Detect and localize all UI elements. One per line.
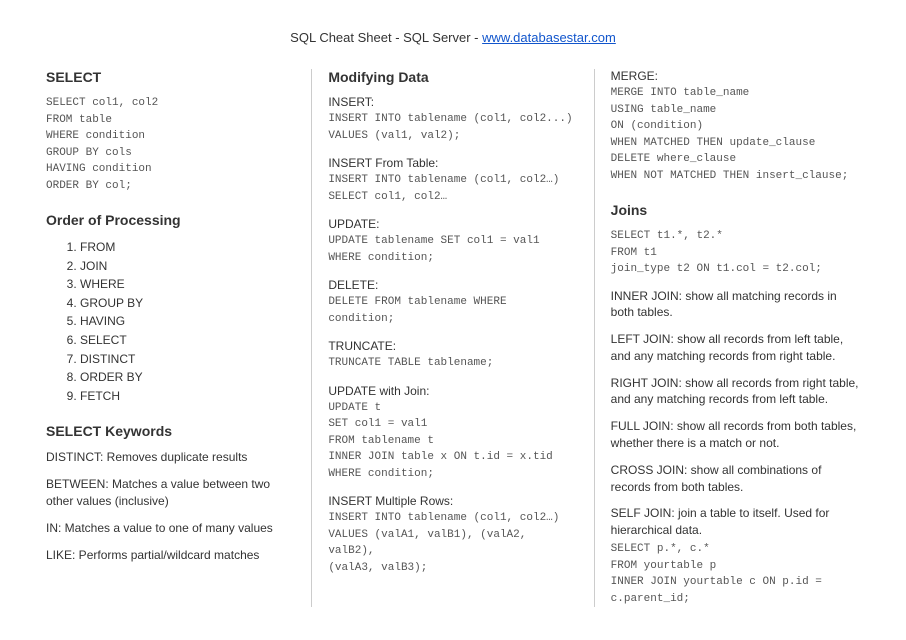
update-join-label: UPDATE with Join: <box>328 384 577 398</box>
header-link[interactable]: www.databasestar.com <box>482 30 616 45</box>
self-join-code: SELECT p.*, c.* FROM yourtable p INNER J… <box>611 541 860 607</box>
self-join-desc: SELF JOIN: join a table to itself. Used … <box>611 505 860 539</box>
select-heading: SELECT <box>46 69 295 85</box>
merge-code: MERGE INTO table_name USING table_name O… <box>611 85 860 184</box>
insert-from-code: INSERT INTO tablename (col1, col2…) SELE… <box>328 172 577 205</box>
order-item: GROUP BY <box>80 294 295 313</box>
column-3: MERGE: MERGE INTO table_name USING table… <box>594 69 876 607</box>
truncate-label: TRUNCATE: <box>328 339 577 353</box>
column-1: SELECT SELECT col1, col2 FROM table WHER… <box>30 69 311 607</box>
order-item: HAVING <box>80 312 295 331</box>
update-code: UPDATE tablename SET col1 = val1 WHERE c… <box>328 233 577 266</box>
inner-join-desc: INNER JOIN: show all matching records in… <box>611 288 860 322</box>
joins-heading: Joins <box>611 202 860 218</box>
select-code: SELECT col1, col2 FROM table WHERE condi… <box>46 95 295 194</box>
update-label: UPDATE: <box>328 217 577 231</box>
keywords-heading: SELECT Keywords <box>46 423 295 439</box>
delete-label: DELETE: <box>328 278 577 292</box>
right-join-desc: RIGHT JOIN: show all records from right … <box>611 375 860 409</box>
columns-wrapper: SELECT SELECT col1, col2 FROM table WHER… <box>30 69 876 607</box>
order-item: JOIN <box>80 257 295 276</box>
joins-code: SELECT t1.*, t2.* FROM t1 join_type t2 O… <box>611 228 860 278</box>
order-item: FROM <box>80 238 295 257</box>
order-list: FROM JOIN WHERE GROUP BY HAVING SELECT D… <box>46 238 295 405</box>
order-item: DISTINCT <box>80 350 295 369</box>
insert-label: INSERT: <box>328 95 577 109</box>
truncate-code: TRUNCATE TABLE tablename; <box>328 355 577 372</box>
insert-code: INSERT INTO tablename (col1, col2...) VA… <box>328 111 577 144</box>
order-item: ORDER BY <box>80 368 295 387</box>
cross-join-desc: CROSS JOIN: show all combinations of rec… <box>611 462 860 496</box>
kw-distinct: DISTINCT: Removes duplicate results <box>46 449 295 466</box>
merge-label: MERGE: <box>611 69 860 83</box>
header-title: SQL Cheat Sheet - SQL Server - <box>290 30 482 45</box>
kw-between: BETWEEN: Matches a value between two oth… <box>46 476 295 510</box>
page-header: SQL Cheat Sheet - SQL Server - www.datab… <box>30 30 876 45</box>
delete-code: DELETE FROM tablename WHERE condition; <box>328 294 577 327</box>
kw-in: IN: Matches a value to one of many value… <box>46 520 295 537</box>
full-join-desc: FULL JOIN: show all records from both ta… <box>611 418 860 452</box>
order-heading: Order of Processing <box>46 212 295 228</box>
update-join-code: UPDATE t SET col1 = val1 FROM tablename … <box>328 400 577 483</box>
insert-from-label: INSERT From Table: <box>328 156 577 170</box>
column-2: Modifying Data INSERT: INSERT INTO table… <box>311 69 593 607</box>
order-item: SELECT <box>80 331 295 350</box>
kw-like: LIKE: Performs partial/wildcard matches <box>46 547 295 564</box>
order-item: WHERE <box>80 275 295 294</box>
order-item: FETCH <box>80 387 295 406</box>
modifying-heading: Modifying Data <box>328 69 577 85</box>
insert-multi-code: INSERT INTO tablename (col1, col2…) VALU… <box>328 510 577 576</box>
left-join-desc: LEFT JOIN: show all records from left ta… <box>611 331 860 365</box>
insert-multi-label: INSERT Multiple Rows: <box>328 494 577 508</box>
